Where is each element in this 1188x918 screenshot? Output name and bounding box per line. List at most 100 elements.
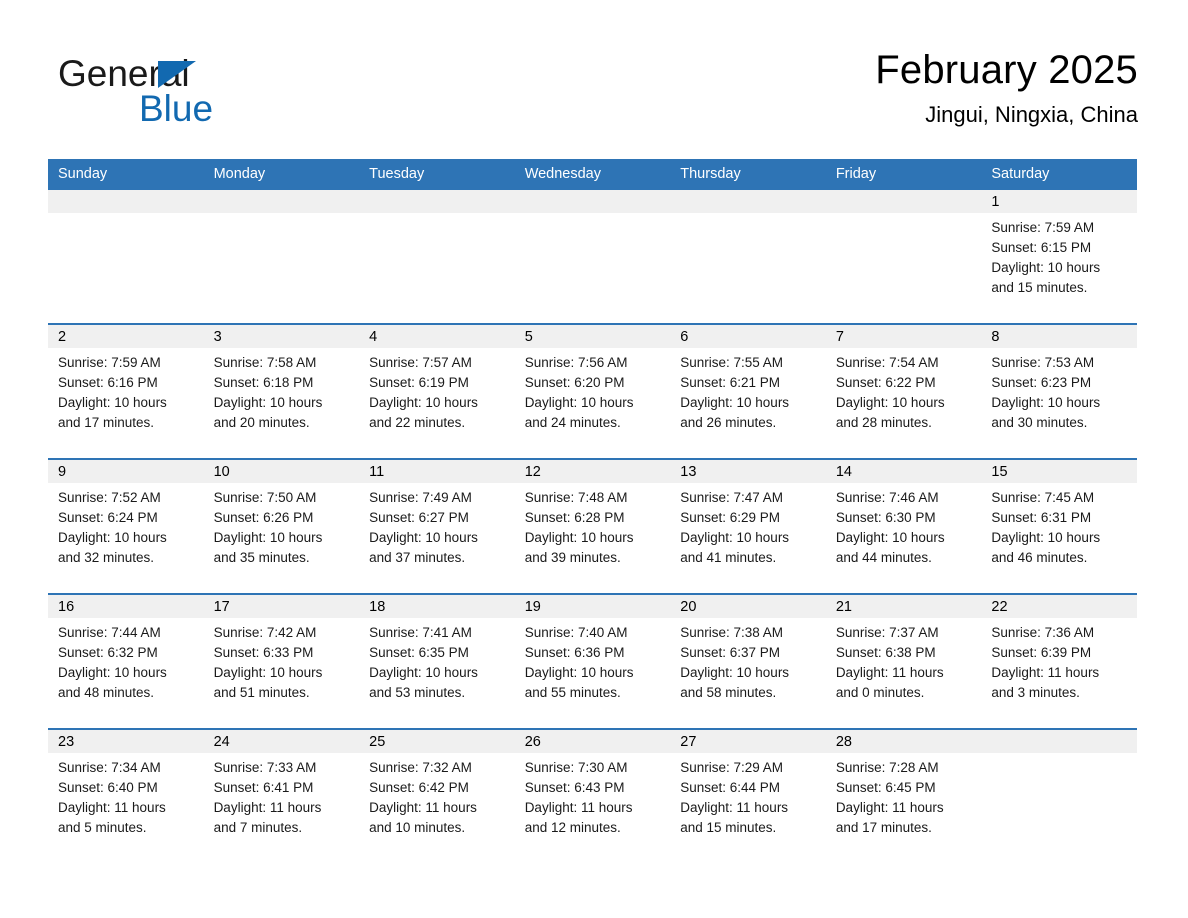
- calendar-day-cell: [981, 728, 1137, 863]
- calendar-day-cell[interactable]: 25 Sunrise: 7:32 AM Sunset: 6:42 PM Dayligh…: [359, 728, 515, 863]
- calendar-day-cell[interactable]: 9 Sunrise: 7:52 AM Sunset: 6:24 PM Daylight…: [48, 458, 204, 594]
- sunrise-time: Sunrise: 7:59 AM: [58, 355, 161, 370]
- daylight-duration-cont: and 7 minutes.: [213, 820, 303, 835]
- daylight-duration: Daylight: 10 hours: [213, 665, 323, 680]
- sunset-time: Sunset: 6:15 PM: [991, 240, 1092, 255]
- day-details: Sunrise: 7:52 AM Sunset: 6:24 PM Daylight:…: [48, 483, 204, 568]
- calendar-day-cell[interactable]: 26 Sunrise: 7:30 AM Sunset: 6:43 PM Dayligh…: [514, 728, 671, 863]
- sunset-time: Sunset: 6:26 PM: [213, 510, 314, 525]
- day-cell-inner: 27 Sunrise: 7:29 AM Sunset: 6:44 PM Dayligh…: [670, 730, 826, 863]
- sunrise-time: Sunrise: 7:46 AM: [835, 490, 939, 505]
- calendar-week-row: 9 Sunrise: 7:52 AM Sunset: 6:24 PM Daylight…: [48, 458, 1137, 594]
- calendar-day-cell[interactable]: 8 Sunrise: 7:53 AM Sunset: 6:23 PM Daylight…: [981, 323, 1137, 459]
- calendar-day-cell[interactable]: 12 Sunrise: 7:48 AM Sunset: 6:28 PM Dayligh…: [514, 458, 671, 594]
- daylight-duration-cont: and 28 minutes.: [835, 415, 932, 430]
- day-cell-inner: 16 Sunrise: 7:44 AM Sunset: 6:32 PM Dayligh…: [48, 595, 204, 728]
- calendar-day-cell[interactable]: 22 Sunrise: 7:36 AM Sunset: 6:39 PM Dayligh…: [981, 593, 1137, 729]
- sunset-time: Sunset: 6:27 PM: [369, 510, 469, 525]
- weekday-header-wednesday: Wednesday: [514, 159, 671, 190]
- sunrise-time: Sunrise: 7:36 AM: [991, 625, 1095, 640]
- day-number: 21: [825, 595, 982, 618]
- day-details: Sunrise: 7:41 AM Sunset: 6:35 PM Daylight:…: [359, 618, 515, 703]
- calendar-day-cell[interactable]: 17 Sunrise: 7:42 AM Sunset: 6:33 PM Dayligh…: [203, 593, 360, 729]
- sunrise-time: Sunrise: 7:44 AM: [58, 625, 161, 640]
- daylight-duration: Daylight: 11 hours: [524, 800, 633, 815]
- daylight-duration: Daylight: 10 hours: [213, 530, 323, 545]
- calendar-day-cell[interactable]: 11 Sunrise: 7:49 AM Sunset: 6:27 PM Dayligh…: [359, 458, 515, 594]
- day-details: Sunrise: 7:50 AM Sunset: 6:26 PM Daylight:…: [204, 483, 360, 568]
- daylight-duration-cont: and 26 minutes.: [680, 415, 777, 430]
- calendar-day-cell[interactable]: 15 Sunrise: 7:45 AM Sunset: 6:31 PM Dayligh…: [981, 458, 1137, 594]
- day-details: Sunrise: 7:47 AM Sunset: 6:29 PM Daylight:…: [670, 483, 826, 568]
- calendar-day-cell[interactable]: 5 Sunrise: 7:56 AM Sunset: 6:20 PM Daylight…: [514, 323, 671, 459]
- daylight-duration-cont: and 3 minutes.: [991, 685, 1080, 700]
- day-details: Sunrise: 7:29 AM Sunset: 6:44 PM Daylight:…: [670, 753, 826, 838]
- weekday-header-sunday: Sunday: [48, 159, 204, 190]
- day-cell-inner: 21 Sunrise: 7:37 AM Sunset: 6:38 PM Dayligh…: [825, 595, 982, 728]
- daylight-duration-cont: and 10 minutes.: [369, 820, 466, 835]
- day-details: Sunrise: 7:46 AM Sunset: 6:30 PM Daylight:…: [826, 483, 982, 568]
- calendar-day-cell[interactable]: 20 Sunrise: 7:38 AM Sunset: 6:37 PM Dayligh…: [670, 593, 826, 729]
- daylight-duration: Daylight: 10 hours: [680, 665, 790, 680]
- daylight-duration: Daylight: 10 hours: [58, 530, 167, 545]
- day-details: Sunrise: 7:53 AM Sunset: 6:23 PM Daylight:…: [981, 348, 1137, 433]
- sunrise-time: Sunrise: 7:54 AM: [835, 355, 939, 370]
- day-cell-inner: 12 Sunrise: 7:48 AM Sunset: 6:28 PM Dayligh…: [514, 460, 671, 593]
- calendar-day-cell[interactable]: 3 Sunrise: 7:58 AM Sunset: 6:18 PM Daylight…: [203, 323, 360, 459]
- sunset-time: Sunset: 6:30 PM: [835, 510, 936, 525]
- daylight-duration: Daylight: 10 hours: [680, 530, 790, 545]
- sunrise-time: Sunrise: 7:34 AM: [58, 760, 161, 775]
- calendar-day-cell[interactable]: 2 Sunrise: 7:59 AM Sunset: 6:16 PM Daylight…: [48, 323, 204, 459]
- daylight-duration: Daylight: 11 hours: [835, 665, 944, 680]
- day-number: 20: [670, 595, 826, 618]
- sunset-time: Sunset: 6:42 PM: [369, 780, 469, 795]
- calendar-day-cell[interactable]: 13 Sunrise: 7:47 AM Sunset: 6:29 PM Dayligh…: [670, 458, 826, 594]
- calendar-day-cell[interactable]: 16 Sunrise: 7:44 AM Sunset: 6:32 PM Dayligh…: [48, 593, 204, 729]
- sunset-time: Sunset: 6:37 PM: [680, 645, 781, 660]
- daylight-duration: Daylight: 11 hours: [369, 800, 477, 815]
- calendar-day-cell[interactable]: 4 Sunrise: 7:57 AM Sunset: 6:19 PM Daylight…: [359, 323, 515, 459]
- day-details: Sunrise: 7:34 AM Sunset: 6:40 PM Daylight:…: [48, 753, 204, 838]
- day-cell-inner: 9 Sunrise: 7:52 AM Sunset: 6:24 PM Daylight…: [48, 460, 204, 593]
- calendar-day-cell[interactable]: 23 Sunrise: 7:34 AM Sunset: 6:40 PM Dayligh…: [48, 728, 204, 863]
- sunset-time: Sunset: 6:22 PM: [835, 375, 936, 390]
- calendar-day-cell[interactable]: 7 Sunrise: 7:54 AM Sunset: 6:22 PM Daylight…: [825, 323, 982, 459]
- calendar-day-cell[interactable]: 1 Sunrise: 7:59 AM Sunset: 6:15 PM Daylight…: [981, 190, 1137, 324]
- day-number: [514, 190, 671, 213]
- calendar-day-cell[interactable]: 21 Sunrise: 7:37 AM Sunset: 6:38 PM Dayligh…: [825, 593, 982, 729]
- day-number: [825, 190, 982, 213]
- sunset-time: Sunset: 6:35 PM: [369, 645, 469, 660]
- calendar-day-cell[interactable]: 27 Sunrise: 7:29 AM Sunset: 6:44 PM Dayligh…: [670, 728, 826, 863]
- day-cell-inner: 11 Sunrise: 7:49 AM Sunset: 6:27 PM Dayligh…: [359, 460, 515, 593]
- sunrise-time: Sunrise: 7:56 AM: [524, 355, 628, 370]
- weekday-header-monday: Monday: [203, 159, 360, 190]
- sunrise-time: Sunrise: 7:50 AM: [213, 490, 317, 505]
- day-number: 2: [48, 325, 204, 348]
- calendar-day-cell[interactable]: 6 Sunrise: 7:55 AM Sunset: 6:21 PM Daylight…: [670, 323, 826, 459]
- calendar-day-cell[interactable]: 24 Sunrise: 7:33 AM Sunset: 6:41 PM Dayligh…: [203, 728, 360, 863]
- sunrise-time: Sunrise: 7:41 AM: [369, 625, 472, 640]
- day-cell-inner: 13 Sunrise: 7:47 AM Sunset: 6:29 PM Dayligh…: [670, 460, 826, 593]
- general-blue-logo[interactable]: General Blue: [58, 54, 358, 144]
- sunrise-time: Sunrise: 7:42 AM: [213, 625, 317, 640]
- sunrise-time: Sunrise: 7:58 AM: [213, 355, 317, 370]
- sunrise-time: Sunrise: 7:52 AM: [58, 490, 161, 505]
- daylight-duration: Daylight: 11 hours: [991, 665, 1100, 680]
- calendar-day-cell[interactable]: 18 Sunrise: 7:41 AM Sunset: 6:35 PM Dayligh…: [359, 593, 515, 729]
- sunset-time: Sunset: 6:33 PM: [213, 645, 314, 660]
- sunrise-time: Sunrise: 7:53 AM: [991, 355, 1095, 370]
- sunrise-time: Sunrise: 7:40 AM: [524, 625, 628, 640]
- daylight-duration-cont: and 30 minutes.: [991, 415, 1088, 430]
- calendar-day-cell[interactable]: 28 Sunrise: 7:28 AM Sunset: 6:45 PM Dayligh…: [825, 728, 982, 863]
- sunrise-time: Sunrise: 7:37 AM: [835, 625, 939, 640]
- calendar-day-cell[interactable]: 10 Sunrise: 7:50 AM Sunset: 6:26 PM Dayligh…: [203, 458, 360, 594]
- daylight-duration-cont: and 12 minutes.: [524, 820, 621, 835]
- day-cell-inner: 19 Sunrise: 7:40 AM Sunset: 6:36 PM Dayligh…: [514, 595, 671, 728]
- day-number: 1: [981, 190, 1137, 213]
- daylight-duration-cont: and 0 minutes.: [835, 685, 925, 700]
- calendar-day-cell[interactable]: 14 Sunrise: 7:46 AM Sunset: 6:30 PM Dayligh…: [825, 458, 982, 594]
- day-number: 26: [514, 730, 671, 753]
- calendar-day-cell[interactable]: 19 Sunrise: 7:40 AM Sunset: 6:36 PM Dayligh…: [514, 593, 671, 729]
- sunset-time: Sunset: 6:32 PM: [58, 645, 158, 660]
- daylight-duration-cont: and 5 minutes.: [58, 820, 147, 835]
